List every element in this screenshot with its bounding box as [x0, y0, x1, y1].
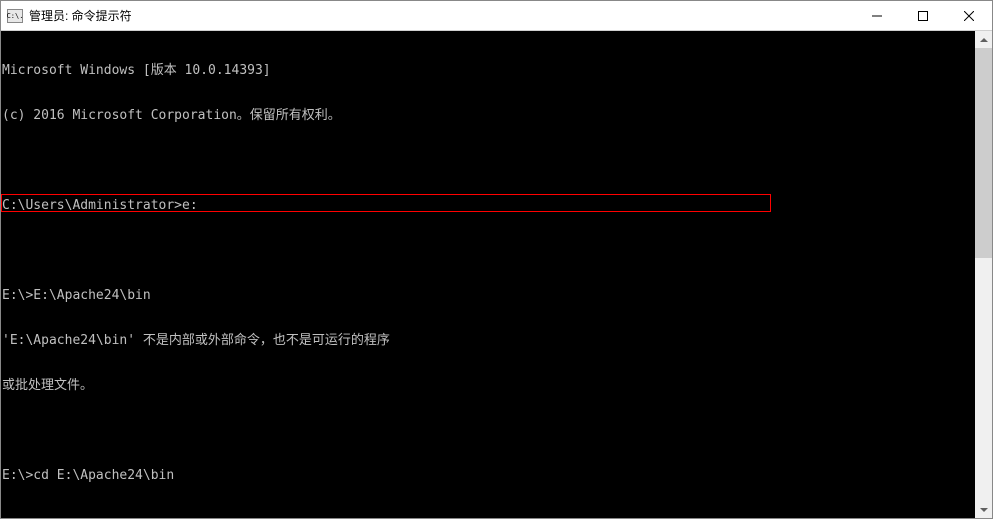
- command-prompt-window: C:\. 管理员: 命令提示符 Microsoft Windows [版本 10…: [0, 0, 993, 519]
- output-line: 'E:\Apache24\bin' 不是内部或外部命令，也不是可运行的程序: [2, 333, 991, 348]
- scroll-down-button[interactable]: [975, 501, 992, 518]
- output-line: Microsoft Windows [版本 10.0.14393]: [2, 63, 991, 78]
- output-line: (c) 2016 Microsoft Corporation。保留所有权利。: [2, 108, 991, 123]
- output-line: [2, 513, 991, 518]
- scrollbar-thumb[interactable]: [975, 48, 992, 258]
- scroll-up-button[interactable]: [975, 31, 992, 48]
- output-line: [2, 153, 991, 168]
- terminal-output: Microsoft Windows [版本 10.0.14393] (c) 20…: [1, 31, 992, 518]
- titlebar[interactable]: C:\. 管理员: 命令提示符: [1, 1, 992, 31]
- app-icon: C:\.: [7, 9, 23, 23]
- minimize-button[interactable]: [854, 1, 900, 30]
- output-line: E:\>E:\Apache24\bin: [2, 288, 991, 303]
- maximize-button[interactable]: [900, 1, 946, 30]
- terminal-area[interactable]: Microsoft Windows [版本 10.0.14393] (c) 20…: [1, 31, 992, 518]
- output-line: [2, 423, 991, 438]
- output-line: 或批处理文件。: [2, 378, 991, 393]
- vertical-scrollbar[interactable]: [975, 31, 992, 518]
- close-button[interactable]: [946, 1, 992, 30]
- window-title: 管理员: 命令提示符: [29, 7, 854, 24]
- window-controls: [854, 1, 992, 30]
- output-line: [2, 243, 991, 258]
- output-line: C:\Users\Administrator>e:: [2, 198, 991, 213]
- output-line: E:\>cd E:\Apache24\bin: [2, 468, 991, 483]
